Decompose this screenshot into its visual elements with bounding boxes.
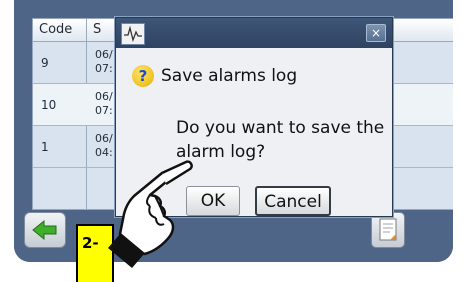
- cell-code: 1: [41, 140, 49, 154]
- dialog-message: Do you want to save the alarm log?: [176, 118, 385, 162]
- cell-date: 06/ 07:: [95, 48, 113, 75]
- pointing-hand-icon: [108, 160, 193, 268]
- dialog-titlebar[interactable]: ×: [116, 18, 392, 48]
- back-button[interactable]: [24, 212, 66, 248]
- close-button[interactable]: ×: [366, 24, 386, 42]
- device-screen: Code S 9 06/ 07: 10 06/ 07: 1 06/ 04: × …: [14, 0, 453, 262]
- cell-code: 10: [41, 98, 57, 112]
- cell-date: 06/ 07:: [95, 90, 113, 117]
- export-log-button[interactable]: [371, 212, 405, 248]
- waveform-icon: [121, 23, 145, 45]
- help-question-icon: ?: [132, 65, 154, 87]
- document-icon: [379, 218, 397, 241]
- cell-date: 06/ 04:: [95, 132, 113, 159]
- dialog-title: Save alarms log: [161, 66, 298, 86]
- cell-code: 9: [41, 56, 49, 70]
- green-arrow-left-icon: [32, 219, 57, 241]
- column-header-code[interactable]: Code: [33, 19, 87, 41]
- cancel-button[interactable]: Cancel: [255, 186, 331, 216]
